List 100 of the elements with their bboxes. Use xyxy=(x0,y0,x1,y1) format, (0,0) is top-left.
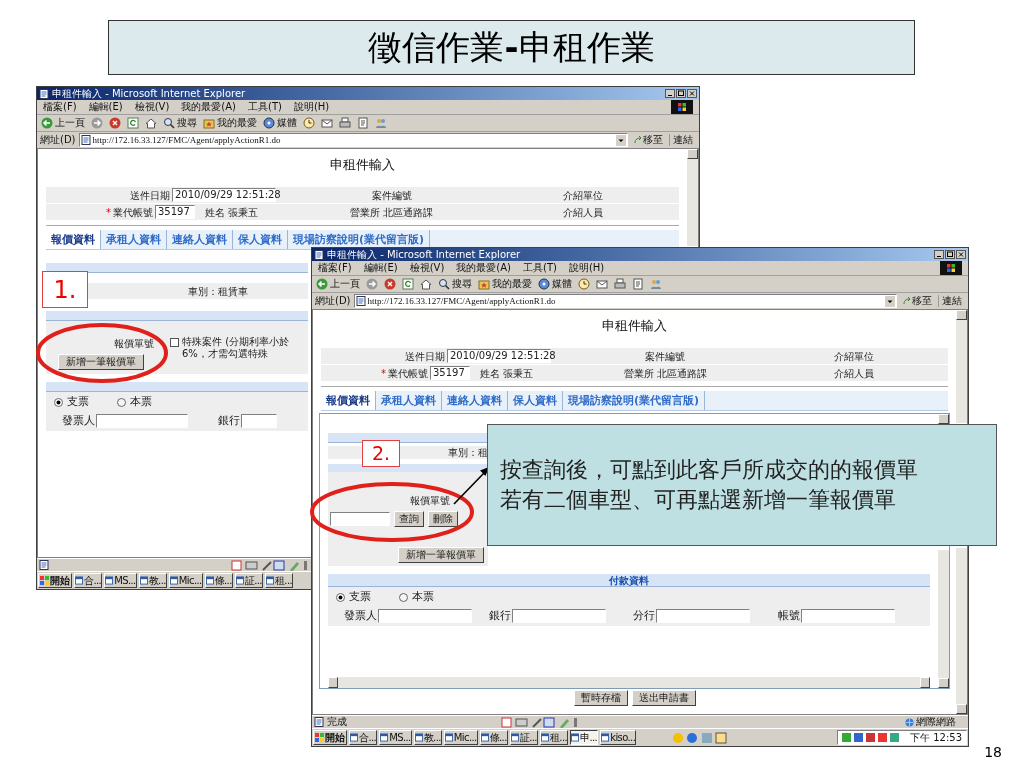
taskbar-button[interactable]: 教... xyxy=(138,573,167,588)
menu-item[interactable]: 說明(H) xyxy=(568,262,605,274)
tab[interactable]: 連絡人資料 xyxy=(442,391,508,410)
radio-button[interactable] xyxy=(54,397,63,407)
people-icon[interactable] xyxy=(375,117,387,129)
search-button[interactable]: 搜尋 xyxy=(438,278,472,290)
tab[interactable]: 保人資料 xyxy=(233,230,288,249)
document-icon[interactable] xyxy=(632,278,644,290)
home-icon[interactable] xyxy=(145,117,157,129)
text-field[interactable] xyxy=(378,608,472,623)
back-button[interactable]: 上一頁 xyxy=(41,117,85,129)
menu-item[interactable]: 我的最愛(A) xyxy=(456,262,511,274)
taskbar-button[interactable]: 條... xyxy=(204,573,233,588)
form-button[interactable]: 刪除 xyxy=(428,511,458,527)
text-field[interactable] xyxy=(330,512,390,526)
tab[interactable]: 報價資料 xyxy=(321,391,376,410)
scrollbar[interactable] xyxy=(938,550,949,688)
minimize-button[interactable] xyxy=(934,250,944,259)
taskbar-button[interactable]: 申... xyxy=(570,730,599,745)
home-icon[interactable] xyxy=(420,278,432,290)
scrollbar[interactable] xyxy=(956,548,967,714)
close-button[interactable] xyxy=(956,250,966,259)
form-button[interactable]: 送出申請書 xyxy=(631,690,696,706)
scrollbar[interactable] xyxy=(956,310,967,423)
printer-icon[interactable] xyxy=(614,278,626,290)
taskbar-button[interactable]: kiso... xyxy=(600,730,637,745)
form-button[interactable]: 新增一筆報價單 xyxy=(398,547,484,563)
go-button[interactable]: 移至 xyxy=(631,134,666,146)
text-field[interactable] xyxy=(96,413,188,428)
menu-item[interactable]: 檢視(V) xyxy=(409,262,445,274)
search-button[interactable]: 搜尋 xyxy=(163,117,197,129)
checkbox[interactable] xyxy=(170,338,179,347)
go-button[interactable]: 移至 xyxy=(900,295,935,307)
taskbar-button[interactable]: Mic... xyxy=(168,573,203,588)
tab[interactable]: 承租人資料 xyxy=(376,391,442,410)
menu-item[interactable]: 說明(H) xyxy=(293,101,330,113)
close-button[interactable] xyxy=(687,89,697,98)
start-button[interactable]: 開始 xyxy=(313,730,347,745)
document-icon[interactable] xyxy=(357,117,369,129)
text-field[interactable]: 35197 xyxy=(430,366,470,380)
tab[interactable]: 現場訪察說明(業代留言版) xyxy=(563,391,706,410)
favorites-button[interactable]: 我的最愛 xyxy=(203,117,257,129)
media-button[interactable]: 媒體 xyxy=(263,117,297,129)
text-field[interactable] xyxy=(511,608,606,623)
taskbar-button[interactable]: 租... xyxy=(264,573,294,588)
tab[interactable]: 報價資料 xyxy=(46,230,101,249)
envelope-icon[interactable] xyxy=(321,117,333,129)
form-button[interactable]: 暫時存檔 xyxy=(573,690,628,706)
start-button[interactable]: 開始 xyxy=(38,573,72,588)
taskbar-button[interactable]: 証... xyxy=(234,573,263,588)
taskbar-button[interactable]: MS... xyxy=(104,573,137,588)
menu-item[interactable]: 檔案(F) xyxy=(318,262,352,274)
form-button[interactable]: 查詢 xyxy=(394,511,424,527)
stop-icon[interactable] xyxy=(109,117,121,129)
minimize-button[interactable] xyxy=(665,89,675,98)
refresh-icon[interactable] xyxy=(127,117,139,129)
forward-arrow-icon[interactable] xyxy=(366,278,378,290)
text-field[interactable]: 35197 xyxy=(155,205,195,219)
forward-arrow-icon[interactable] xyxy=(91,117,103,129)
taskbar-button[interactable]: Mic... xyxy=(443,730,478,745)
form-button[interactable]: 新增一筆報價單 xyxy=(58,354,144,370)
menu-item[interactable]: 工具(T) xyxy=(523,262,557,274)
maximize-button[interactable] xyxy=(945,250,955,259)
taskbar-button[interactable]: 租... xyxy=(539,730,569,745)
address-field[interactable]: http://172.16.33.127/FMC/Agent/applyActionR1.do xyxy=(78,133,628,147)
radio-button[interactable] xyxy=(399,592,408,602)
refresh-icon[interactable] xyxy=(402,278,414,290)
menu-item[interactable]: 檢視(V) xyxy=(134,101,170,113)
clock-icon[interactable] xyxy=(578,278,590,290)
radio-button[interactable] xyxy=(117,397,126,407)
address-field[interactable]: http://172.16.33.127/FMC/Agent/applyActionR1.do xyxy=(353,294,897,308)
taskbar-button[interactable]: 教... xyxy=(413,730,442,745)
taskbar-button[interactable]: 証... xyxy=(509,730,538,745)
taskbar-button[interactable]: 合... xyxy=(349,730,378,745)
back-button[interactable]: 上一頁 xyxy=(316,278,360,290)
maximize-button[interactable] xyxy=(676,89,686,98)
people-icon[interactable] xyxy=(650,278,662,290)
tab[interactable]: 承租人資料 xyxy=(101,230,167,249)
menu-item[interactable]: 工具(T) xyxy=(248,101,282,113)
stop-icon[interactable] xyxy=(384,278,396,290)
tab[interactable]: 連絡人資料 xyxy=(167,230,233,249)
menu-item[interactable]: 我的最愛(A) xyxy=(181,101,236,113)
menu-item[interactable]: 編輯(E) xyxy=(363,262,398,274)
text-field[interactable] xyxy=(241,413,277,428)
links-button[interactable]: 連結 xyxy=(938,295,965,307)
menu-item[interactable]: 編輯(E) xyxy=(88,101,123,113)
media-button[interactable]: 媒體 xyxy=(538,278,572,290)
links-button[interactable]: 連結 xyxy=(669,134,696,146)
text-field[interactable] xyxy=(800,608,895,623)
taskbar-button[interactable]: MS... xyxy=(379,730,412,745)
envelope-icon[interactable] xyxy=(596,278,608,290)
menu-item[interactable]: 檔案(F) xyxy=(43,101,77,113)
clock-icon[interactable] xyxy=(303,117,315,129)
taskbar-button[interactable]: 條... xyxy=(479,730,508,745)
radio-button[interactable] xyxy=(336,592,345,602)
text-field[interactable] xyxy=(656,608,750,623)
favorites-button[interactable]: 我的最愛 xyxy=(478,278,532,290)
scrollbar[interactable] xyxy=(687,149,698,246)
tab[interactable]: 保人資料 xyxy=(508,391,563,410)
scrollbar[interactable] xyxy=(328,677,930,688)
